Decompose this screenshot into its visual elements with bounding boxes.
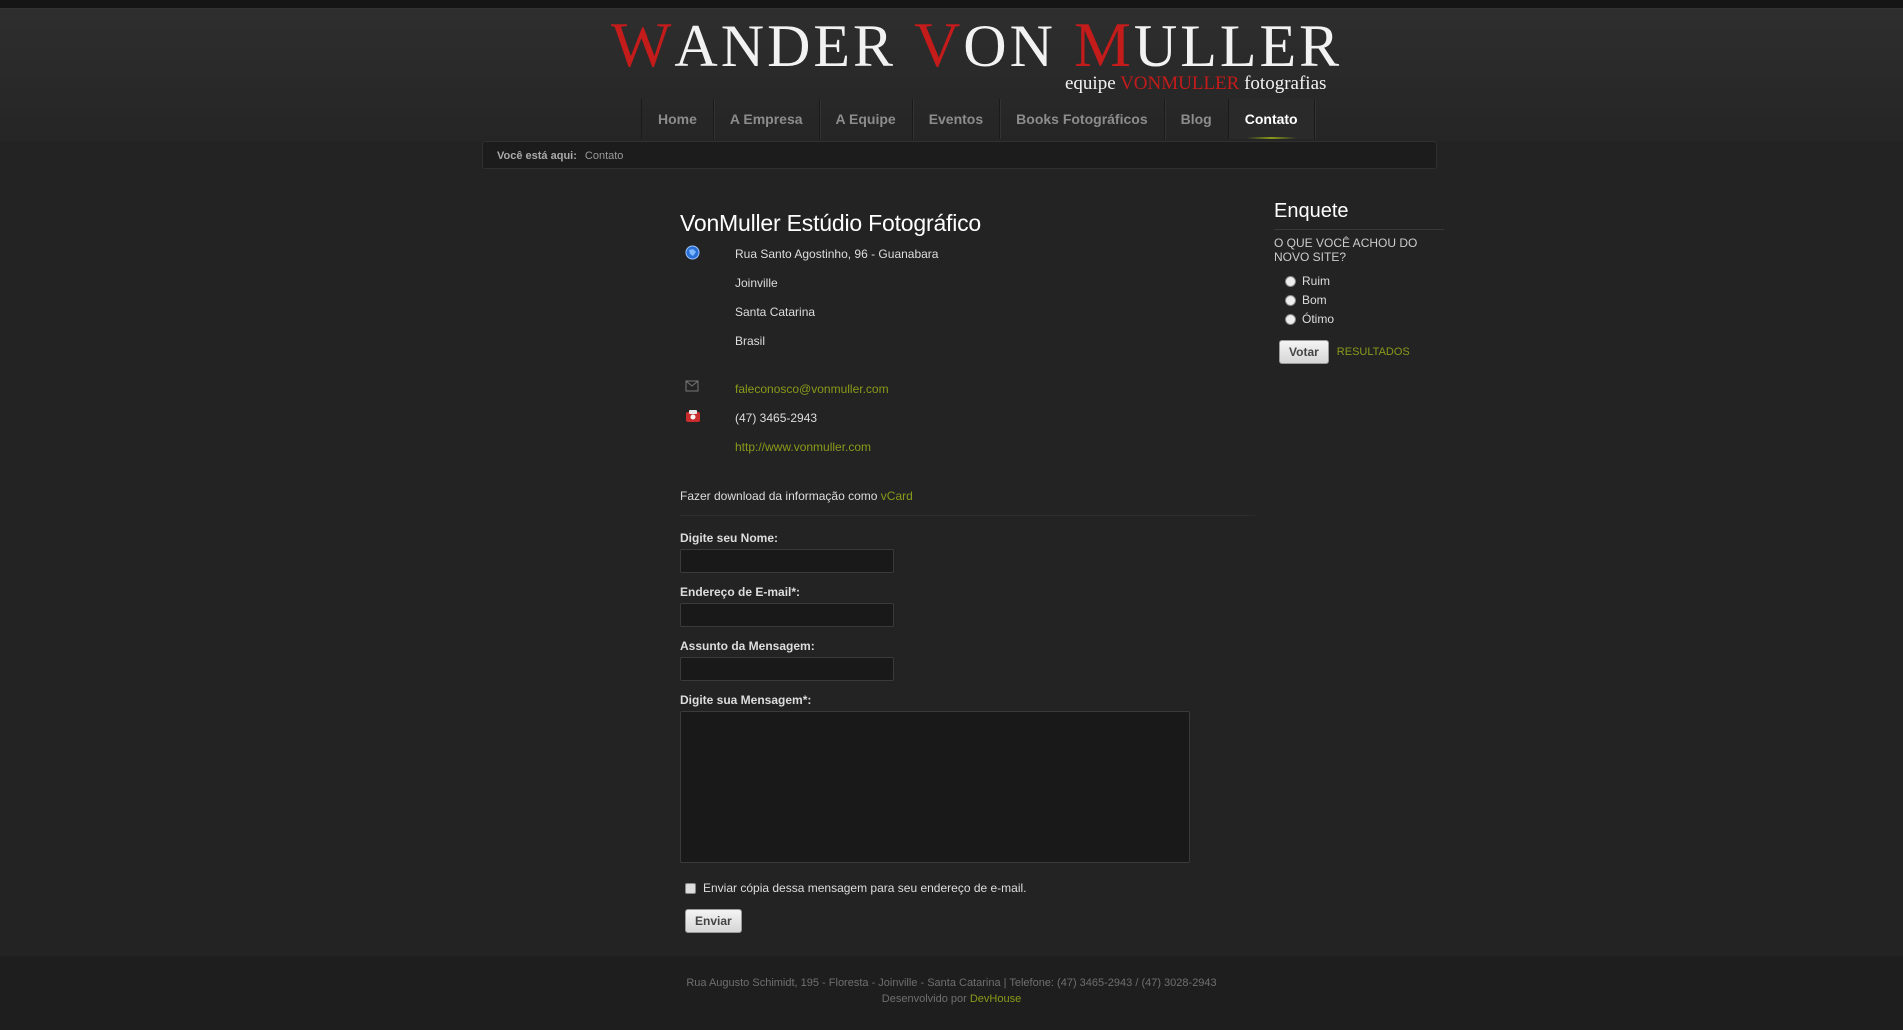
footer-address: Rua Augusto Schimidt, 195 - Floresta - J… — [686, 977, 1217, 989]
poll-title: Enquete — [1274, 200, 1444, 230]
poll-option-bom[interactable]: Bom — [1285, 293, 1444, 307]
subject-field[interactable] — [680, 657, 894, 681]
breadcrumb-label: Você está aqui: — [497, 150, 577, 162]
nav-a-equipe[interactable]: A Equipe — [820, 99, 913, 139]
name-field[interactable] — [680, 549, 894, 573]
address-icon — [685, 245, 700, 263]
phone-icon — [685, 409, 701, 426]
nav-home[interactable]: Home — [642, 99, 714, 139]
message-field[interactable] — [680, 711, 1190, 863]
message-label: Digite sua Mensagem*: — [680, 693, 812, 707]
poll-sidebar: Enquete O QUE VOCÊ ACHOU DO NOVO SITE? R… — [1274, 200, 1444, 364]
phone-row: (47) 3465-2943 — [680, 407, 1255, 436]
vcard-link[interactable]: vCard — [881, 489, 913, 503]
website-link[interactable]: http://www.vonmuller.com — [735, 440, 871, 454]
poll-option-otimo[interactable]: Ótimo — [1285, 312, 1444, 326]
address-country: Brasil — [735, 334, 766, 348]
poll-option-ruim[interactable]: Ruim — [1285, 274, 1444, 288]
subject-label: Assunto da Mensagem: — [680, 639, 815, 653]
email-icon — [685, 380, 699, 395]
address-state: Santa Catarina — [735, 305, 816, 319]
copy-checkbox[interactable] — [685, 882, 696, 894]
address-country-row: Brasil — [680, 330, 1255, 359]
copy-label: Enviar cópia dessa mensagem para seu end… — [703, 881, 1027, 895]
nav-contato[interactable]: Contato — [1228, 99, 1315, 139]
logo-title: WANDER VON MULLER — [611, 9, 1343, 80]
radio-ruim[interactable] — [1285, 275, 1296, 287]
poll-actions: Votar RESULTADOS — [1279, 340, 1444, 364]
poll-question: O QUE VOCÊ ACHOU DO NOVO SITE? — [1274, 236, 1418, 264]
address-street-row: Rua Santo Agostinho, 96 - Guanabara — [680, 243, 1255, 272]
nav-a-empresa[interactable]: A Empresa — [714, 99, 820, 139]
vcard-line: Fazer download da informação como vCard — [680, 489, 1255, 516]
name-label: Digite seu Nome: — [680, 531, 779, 545]
header: WANDER VON MULLER equipe VONMULLER fotog… — [0, 9, 1903, 141]
top-bar — [0, 0, 1903, 9]
radio-otimo[interactable] — [1285, 313, 1296, 325]
footer: Rua Augusto Schimidt, 195 - Floresta - J… — [0, 956, 1903, 1030]
address-street: Rua Santo Agostinho, 96 - Guanabara — [735, 247, 939, 261]
footer-credits: Desenvolvido por DevHouse — [881, 993, 1022, 1005]
email-row: faleconosco@vonmuller.com — [680, 378, 1255, 407]
breadcrumb-current: Contato — [584, 150, 624, 162]
send-button[interactable]: Enviar — [685, 909, 742, 933]
page-title: VonMuller Estúdio Fotográfico — [680, 210, 982, 236]
radio-bom[interactable] — [1285, 294, 1296, 306]
main-nav: Home A Empresa A Equipe Eventos Books Fo… — [641, 99, 1315, 139]
site-logo[interactable]: WANDER VON MULLER equipe VONMULLER fotog… — [611, 9, 1343, 95]
email-link[interactable]: faleconosco@vonmuller.com — [735, 382, 889, 396]
nav-eventos[interactable]: Eventos — [913, 99, 1001, 139]
nav-blog[interactable]: Blog — [1165, 99, 1229, 139]
nav-books[interactable]: Books Fotográficos — [1000, 99, 1165, 139]
contact-main: VonMuller Estúdio Fotográfico Rua Santo … — [680, 210, 1255, 933]
address-city-row: Joinville — [680, 272, 1255, 301]
vote-button[interactable]: Votar — [1279, 340, 1329, 364]
address-state-row: Santa Catarina — [680, 301, 1255, 330]
vcard-text: Fazer download da informação como — [680, 489, 881, 503]
logo-tagline: equipe VONMULLER fotografias — [1065, 73, 1327, 94]
address-city: Joinville — [735, 276, 778, 290]
results-link[interactable]: RESULTADOS — [1337, 346, 1410, 358]
website-row: http://www.vonmuller.com — [680, 436, 1255, 465]
email-field[interactable] — [680, 603, 894, 627]
devhouse-link[interactable]: DevHouse — [970, 993, 1021, 1005]
email-label: Endereço de E-mail*: — [680, 585, 801, 599]
breadcrumb: Você está aqui: Contato — [482, 141, 1437, 169]
copy-option: Enviar cópia dessa mensagem para seu end… — [680, 881, 1255, 895]
phone-number: (47) 3465-2943 — [735, 411, 818, 425]
